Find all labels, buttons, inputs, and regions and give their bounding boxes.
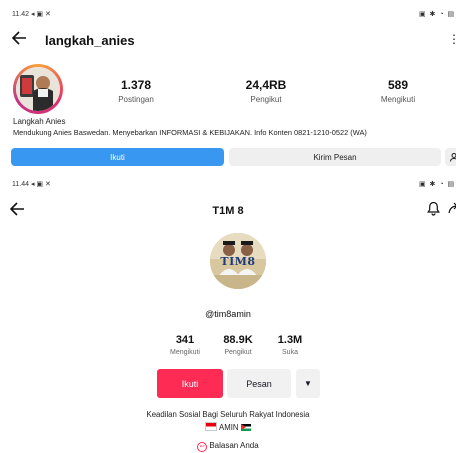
stat-likes[interactable]: 1.3M Suka bbox=[260, 334, 320, 356]
stat-following-label: Mengikuti bbox=[170, 349, 200, 356]
avatar-logo-text: TIM8 bbox=[220, 255, 256, 268]
bell-icon[interactable] bbox=[427, 201, 440, 221]
profile-avatar[interactable]: TIM8 bbox=[210, 233, 266, 289]
bio-line-2-text: AMIN bbox=[219, 423, 239, 432]
status-bar-time-2: 11.44 ◂ ▣ ✕ bbox=[12, 180, 51, 188]
indonesia-flag-icon bbox=[205, 422, 218, 431]
stat-followers[interactable]: 88.9K Pengikut bbox=[208, 334, 268, 356]
palestine-flag-icon bbox=[240, 424, 251, 431]
more-options-icon[interactable]: ⋮ bbox=[448, 32, 456, 46]
stat-following[interactable]: 589 Mengikuti bbox=[353, 78, 443, 104]
profile-avatar[interactable] bbox=[13, 64, 63, 114]
status-icons: ◂ ▣ ✕ bbox=[30, 11, 51, 18]
status-time-2: 11.44 bbox=[12, 181, 29, 188]
profile-bio: Mendukung Anies Baswedan. Menyebarkan IN… bbox=[13, 128, 367, 137]
stat-followers-label: Pengikut bbox=[224, 349, 252, 356]
message-button[interactable]: Pesan bbox=[227, 369, 291, 398]
reply-link[interactable]: ↩ Balasan Anda bbox=[0, 441, 456, 452]
stat-posts[interactable]: 1.378 Postingan bbox=[91, 78, 181, 104]
stat-following-value: 589 bbox=[387, 78, 409, 92]
status-icons-right: ▣ ✱ ◔ ▤ bbox=[419, 11, 456, 18]
profile-display-name: Langkah Anies bbox=[13, 117, 66, 126]
stat-likes-value: 1.3M bbox=[277, 334, 303, 346]
stat-followers-value: 24,4RB bbox=[245, 78, 287, 92]
add-user-icon[interactable] bbox=[445, 148, 456, 166]
follow-button[interactable]: Ikuti bbox=[11, 148, 224, 166]
share-icon[interactable] bbox=[448, 201, 456, 221]
profile-username: langkah_anies bbox=[45, 33, 135, 48]
profile-title: T1M 8 bbox=[212, 205, 244, 217]
stat-following-label: Mengikuti bbox=[380, 95, 416, 104]
stat-posts-value: 1.378 bbox=[120, 78, 152, 92]
send-message-button[interactable]: Kirim Pesan bbox=[229, 148, 441, 166]
stat-following-value: 341 bbox=[175, 334, 195, 346]
reply-icon: ↩ bbox=[197, 442, 208, 452]
stat-followers-value: 88.9K bbox=[223, 334, 253, 346]
back-arrow-icon[interactable] bbox=[11, 31, 27, 48]
stat-posts-label: Postingan bbox=[118, 95, 154, 104]
bio-line-1: Keadilan Sosial Bagi Seluruh Rakyat Indo… bbox=[146, 410, 310, 419]
profile-handle: @tim8amin bbox=[205, 309, 251, 319]
follow-button[interactable]: Ikuti bbox=[157, 369, 223, 398]
stat-followers[interactable]: 24,4RB Pengikut bbox=[221, 78, 311, 104]
status-bar-time: 11.42 ◂ ▣ ✕ bbox=[12, 10, 51, 18]
reply-label: Balasan Anda bbox=[209, 441, 259, 450]
status-icons-right-2: ▣ ✱ ◔ ▤ bbox=[419, 181, 456, 188]
dropdown-caret-icon[interactable]: ▼ bbox=[296, 369, 320, 398]
status-icons-2: ◂ ▣ ✕ bbox=[30, 181, 51, 188]
stat-following[interactable]: 341 Mengikuti bbox=[155, 334, 215, 356]
status-time: 11.42 bbox=[12, 11, 29, 18]
stat-likes-label: Suka bbox=[282, 349, 298, 356]
bio-line-2: AMIN bbox=[0, 422, 456, 432]
stat-followers-label: Pengikut bbox=[250, 95, 282, 104]
